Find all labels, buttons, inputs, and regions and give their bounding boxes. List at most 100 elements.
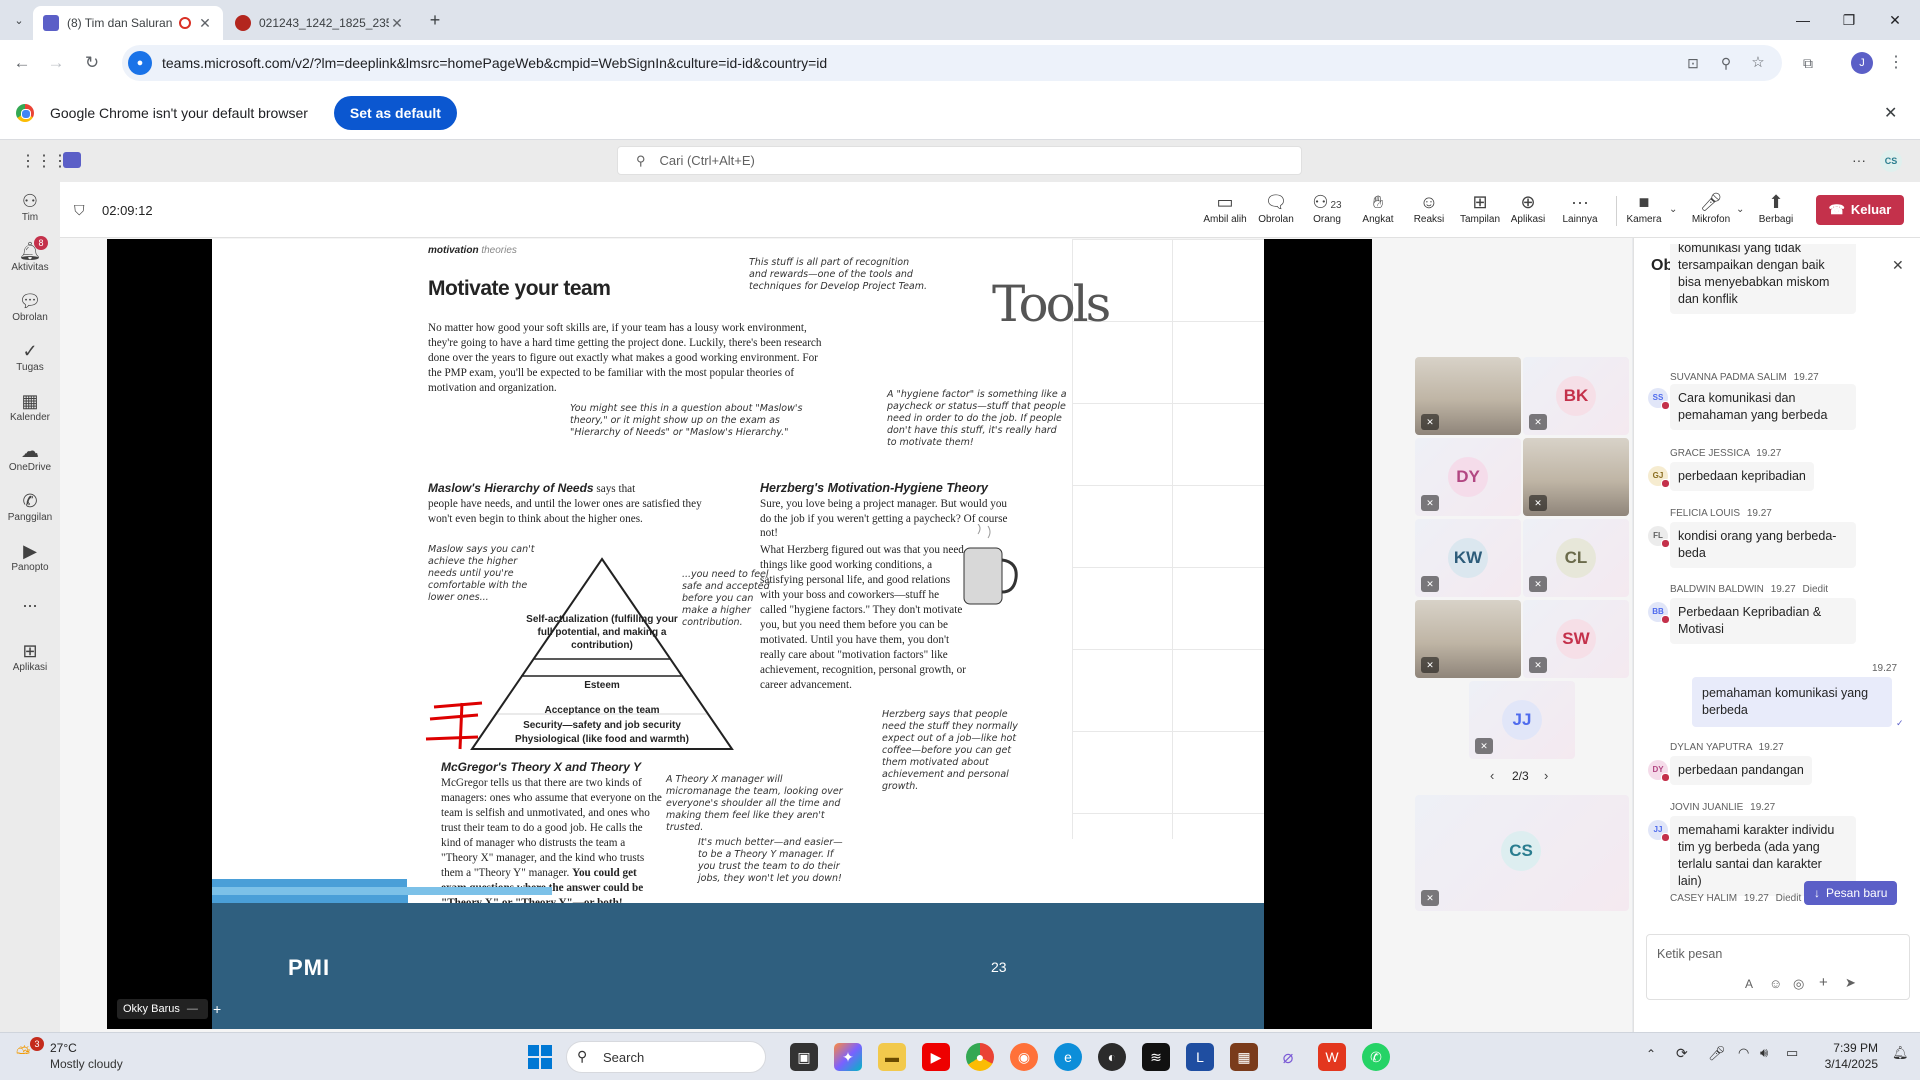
minimize-icon[interactable]: — xyxy=(1780,8,1826,32)
format-icon[interactable]: A xyxy=(1745,977,1753,991)
new-message-button[interactable]: ↓ Pesan baru xyxy=(1804,881,1898,905)
rail-item-kalender[interactable]: ▦ Kalender xyxy=(0,390,60,423)
raise-hand-button[interactable]: ✋︎ Angkat xyxy=(1351,190,1405,225)
mic-options-chevron-icon[interactable]: ⌄ xyxy=(1736,204,1744,215)
search-input[interactable]: ⚲ Cari (Ctrl+Alt+E) xyxy=(617,146,1302,175)
taskbar-search-input[interactable]: ⚲ Search xyxy=(566,1041,766,1073)
tray-wifi-icon[interactable]: ◠ xyxy=(1738,1045,1749,1061)
firefox-icon[interactable]: ◉ xyxy=(1010,1043,1038,1071)
chat-button[interactable]: 🗨︎ Obrolan xyxy=(1249,190,1303,225)
compose-box[interactable]: Ketik pesan A ☺ ◎ + ➤ xyxy=(1646,934,1910,1000)
self-video-tile[interactable]: CS ✕ xyxy=(1415,795,1629,911)
share-button[interactable]: ⬆ Berbagi xyxy=(1749,190,1803,225)
participant-tile[interactable]: JJ ✕ xyxy=(1469,681,1575,759)
wps-office-icon[interactable]: W xyxy=(1318,1043,1346,1071)
rail-item-more[interactable]: ... xyxy=(0,590,60,612)
send-icon[interactable]: ➤ xyxy=(1845,975,1856,991)
browser-menu-icon[interactable]: ⋮ xyxy=(1884,51,1908,75)
camera-options-chevron-icon[interactable]: ⌄ xyxy=(1669,204,1677,215)
pager-prev-icon[interactable]: ‹ xyxy=(1490,768,1494,783)
edge-icon[interactable]: e xyxy=(1054,1043,1082,1071)
bookmark-star-icon[interactable]: ☆ xyxy=(1746,51,1770,75)
people-button[interactable]: ⚇ 23 Orang xyxy=(1300,190,1354,225)
tray-volume-icon[interactable]: 🔊︎ xyxy=(1760,1045,1768,1061)
reload-icon[interactable]: ↻ xyxy=(80,51,104,75)
obsidian-icon[interactable]: ⌀ xyxy=(1274,1043,1302,1071)
user-avatar[interactable]: CS xyxy=(1880,150,1902,172)
participant-tile[interactable]: SW ✕ xyxy=(1523,600,1629,678)
emoji-icon[interactable]: ☺ xyxy=(1769,976,1782,991)
tray-chevron-icon[interactable]: ⌃ xyxy=(1646,1047,1656,1061)
close-tab-icon[interactable]: ✕ xyxy=(389,15,405,32)
settings-more-icon[interactable]: ··· xyxy=(1852,152,1866,168)
attach-plus-icon[interactable]: + xyxy=(1819,974,1828,991)
tray-mic-icon[interactable]: 🎤︎ xyxy=(1708,1045,1726,1062)
chrome-icon[interactable]: ● xyxy=(966,1043,994,1071)
participant-tile[interactable]: ✕ xyxy=(1523,438,1629,516)
rail-item-tim[interactable]: ⚇ Tim xyxy=(0,190,60,223)
close-tab-icon[interactable]: ✕ xyxy=(197,15,213,32)
close-window-icon[interactable]: ✕ xyxy=(1872,8,1918,32)
capcut-icon[interactable]: ≋ xyxy=(1142,1043,1170,1071)
mic-in-use-icon[interactable]: ● xyxy=(128,51,152,75)
add-icon[interactable]: + xyxy=(213,999,221,1019)
zoom-icon[interactable]: ⚲ xyxy=(1714,51,1738,75)
profile-avatar[interactable]: J xyxy=(1851,52,1873,74)
take-control-button[interactable]: ▭ Ambil alih xyxy=(1198,190,1252,225)
forward-icon[interactable]: → xyxy=(44,51,68,75)
participant-tile[interactable]: BK ✕ xyxy=(1523,357,1629,435)
new-tab-button[interactable]: + xyxy=(423,8,447,32)
note-tools: This stuff is all part of recognition an… xyxy=(749,257,928,292)
loop-icon[interactable]: ◎ xyxy=(1793,976,1804,992)
file-explorer-icon[interactable]: ▬ xyxy=(878,1043,906,1071)
participant-tile[interactable]: CL ✕ xyxy=(1523,519,1629,597)
reactions-button[interactable]: ☺ Reaksi xyxy=(1402,190,1456,225)
obs-icon[interactable]: ◐ xyxy=(1098,1043,1126,1071)
whatsapp-icon[interactable]: ✆ xyxy=(1362,1043,1390,1071)
start-windows-icon[interactable] xyxy=(528,1045,552,1069)
rail-item-panopto[interactable]: ▶︎ Panopto xyxy=(0,540,60,573)
lms-icon[interactable]: L xyxy=(1186,1043,1214,1071)
install-app-icon[interactable]: ⊡ xyxy=(1681,51,1705,75)
camera-button[interactable]: ■ Kamera xyxy=(1617,190,1671,225)
clock-time[interactable]: 7:39 PM xyxy=(1820,1041,1878,1055)
apps-button[interactable]: ⊕ Aplikasi xyxy=(1501,190,1555,225)
participant-tile[interactable]: ✕ xyxy=(1415,357,1521,435)
participant-tile[interactable]: DY ✕ xyxy=(1415,438,1521,516)
rail-item-aktivitas[interactable]: 🔔︎ 8 Aktivitas xyxy=(0,236,60,273)
extensions-icon[interactable]: ⧉ xyxy=(1796,51,1820,75)
back-icon[interactable]: ← xyxy=(10,51,34,75)
phone-hangup-icon: ☎ xyxy=(1828,202,1845,217)
clock-date[interactable]: 3/14/2025 xyxy=(1820,1057,1878,1071)
rail-item-tugas[interactable]: ✓ Tugas xyxy=(0,340,60,373)
tray-sync-icon[interactable]: ⟳ xyxy=(1676,1045,1688,1062)
participant-tile[interactable]: ✕ xyxy=(1415,600,1521,678)
tab-teams[interactable]: (8) Tim dan Saluran | Meeti ✕ xyxy=(33,6,223,40)
notification-bell-icon[interactable]: 🔔︎ xyxy=(1892,1045,1909,1061)
game-icon[interactable]: ▦ xyxy=(1230,1043,1258,1071)
tab-search-icon[interactable]: ⌄ xyxy=(8,10,30,32)
leave-button[interactable]: ☎ Keluar xyxy=(1816,195,1904,225)
rail-item-obrolan[interactable]: 💬︎ Obrolan xyxy=(0,290,60,323)
participant-tile[interactable]: KW ✕ xyxy=(1415,519,1521,597)
view-button[interactable]: ⊞ Tampilan xyxy=(1453,190,1507,225)
close-chat-icon[interactable]: ✕ xyxy=(1892,257,1904,274)
app-launcher-icon[interactable]: ⋮⋮⋮ xyxy=(20,151,68,171)
mic-button[interactable]: 🎤︎ Mikrofon xyxy=(1684,190,1738,225)
rail-item-onedrive[interactable]: ☁︎ OneDrive xyxy=(0,440,60,473)
tab-attendance[interactable]: 021243_1242_1825_2353: Atten ✕ xyxy=(225,6,415,40)
pager-next-icon[interactable]: › xyxy=(1544,768,1548,783)
rail-item-panggilan[interactable]: ✆ Panggilan xyxy=(0,490,60,523)
tray-battery-icon[interactable]: ▭ xyxy=(1786,1045,1798,1061)
task-view-icon[interactable]: ▣ xyxy=(790,1043,818,1071)
set-default-button[interactable]: Set as default xyxy=(333,95,457,130)
close-infobar-icon[interactable]: ✕ xyxy=(1884,103,1897,123)
chat-icon: 🗨︎ xyxy=(1264,192,1288,212)
meeting-chat-panel: Obrolan rapat ✕ komunikasi yang tidak te… xyxy=(1633,238,1920,1032)
address-bar[interactable]: ● teams.microsoft.com/v2/?lm=deeplink&lm… xyxy=(122,45,1782,81)
more-button[interactable]: ··· Lainnya xyxy=(1553,190,1607,225)
rail-item-aplikasi[interactable]: ⊞ Aplikasi xyxy=(0,640,60,673)
restore-icon[interactable]: ❐ xyxy=(1826,8,1872,32)
youtube-icon[interactable]: ▶ xyxy=(922,1043,950,1071)
copilot-icon[interactable]: ✦ xyxy=(834,1043,862,1071)
